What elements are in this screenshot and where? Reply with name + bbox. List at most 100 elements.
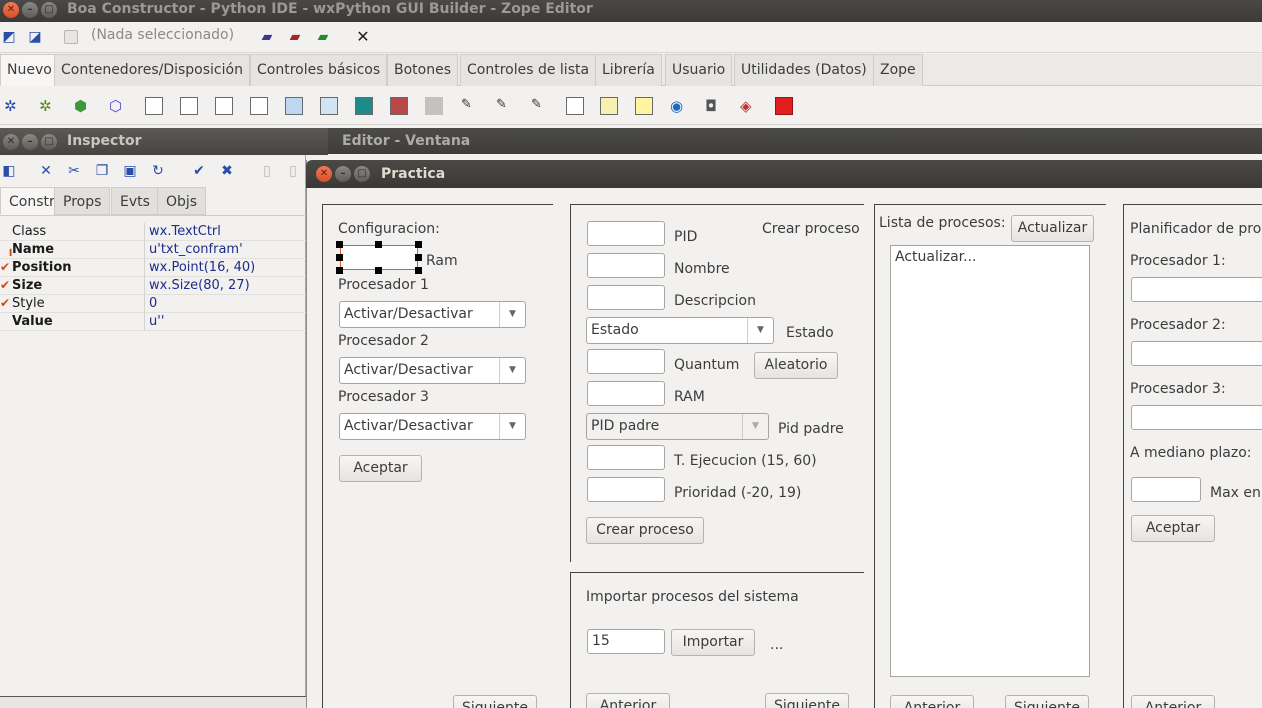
tab-controles-lista[interactable]: Controles de lista [460, 54, 597, 86]
package-icon[interactable]: ⬢ [74, 97, 92, 115]
next-button[interactable]: Siguiente [1005, 695, 1089, 708]
property-row[interactable]: ✔ Position wx.Point(16, 40) [0, 259, 306, 277]
maximize-icon[interactable]: □ [41, 134, 57, 150]
post-icon[interactable]: ✔ [190, 162, 208, 180]
tab-botones[interactable]: Botones [387, 54, 459, 86]
processor-1-select[interactable]: Activar/Desactivar ▼ [339, 301, 526, 328]
property-row[interactable]: Value u'' [0, 313, 306, 331]
property-row[interactable]: ╻ Name u'txt_confram' [0, 241, 306, 259]
minimize-icon[interactable]: – [22, 134, 38, 150]
blank-icon[interactable] [425, 97, 443, 115]
web-icon[interactable]: ◉ [670, 97, 688, 115]
note-icon[interactable] [600, 97, 618, 115]
maximize-icon[interactable]: □ [354, 166, 370, 182]
create-process-button[interactable]: Crear proceso [586, 517, 704, 544]
frame-icon[interactable] [145, 97, 163, 115]
tab-utilidades[interactable]: Utilidades (Datos) [734, 54, 874, 86]
setup-tool-icon[interactable]: ✎ [531, 97, 549, 115]
maximize-icon[interactable]: □ [41, 2, 57, 18]
refresh-icon[interactable]: ↻ [149, 162, 167, 180]
import-count-input[interactable]: 15 [587, 629, 665, 654]
property-row[interactable]: ✔ Size wx.Size(80, 27) [0, 277, 306, 295]
mdi-parent-icon[interactable] [215, 97, 233, 115]
doc-gear-icon[interactable]: ◘ [705, 97, 723, 115]
pid-input[interactable] [587, 221, 665, 246]
planner-p2-input[interactable] [1131, 341, 1262, 366]
mdi-child-icon[interactable] [250, 97, 268, 115]
tab-controles-basicos[interactable]: Controles básicos [250, 54, 388, 86]
tab-evts[interactable]: Evts [111, 187, 159, 215]
max-input[interactable] [1131, 477, 1201, 502]
prev-button[interactable]: Anterior [890, 695, 974, 708]
python-module-icon[interactable]: ✲ [39, 97, 57, 115]
planner-accept-button[interactable]: Aceptar [1131, 515, 1215, 542]
open-icon[interactable]: ◧ [0, 162, 18, 180]
description-input[interactable] [587, 285, 665, 310]
delete-icon[interactable]: ✕ [37, 162, 55, 180]
list-item[interactable]: Actualizar... [895, 249, 1085, 265]
processor-2-select[interactable]: Activar/Desactivar ▼ [339, 357, 526, 384]
book-green-icon[interactable]: ▰ [314, 28, 332, 46]
planner-p3-input[interactable] [1131, 405, 1262, 430]
ram-input[interactable] [587, 381, 665, 406]
property-row[interactable]: Class wx.TextCtrl [0, 223, 306, 241]
selection-checkbox[interactable] [64, 30, 78, 44]
quantum-input[interactable] [587, 349, 665, 374]
close-icon[interactable]: ✕ [3, 2, 19, 18]
cancel-icon[interactable]: ✖ [218, 162, 236, 180]
planner-p1-input[interactable] [1131, 277, 1262, 302]
red-block-icon[interactable] [775, 97, 793, 115]
tab-props[interactable]: Props [54, 187, 111, 215]
dialog-icon[interactable] [180, 97, 198, 115]
python-app-icon[interactable]: ✲ [4, 97, 22, 115]
parent-pid-select[interactable]: PID padre ▼ [586, 413, 769, 440]
pointer-tool-icon[interactable]: ◪ [26, 28, 44, 46]
colour-icon[interactable]: ◈ [740, 97, 758, 115]
close-icon[interactable]: ✕ [3, 134, 19, 150]
update-button[interactable]: Actualizar [1011, 215, 1094, 242]
property-value[interactable]: wx.Size(80, 27) [149, 277, 250, 294]
tab-usuario[interactable]: Usuario [665, 54, 733, 86]
config-icon[interactable] [635, 97, 653, 115]
property-value[interactable]: u'txt_confram' [149, 241, 243, 258]
property-value[interactable]: wx.TextCtrl [149, 223, 221, 240]
priority-input[interactable] [587, 477, 665, 502]
tab-nuevo[interactable]: Nuevo [0, 54, 59, 86]
next-button[interactable]: Siguiente [765, 693, 849, 708]
wizard-icon[interactable] [320, 97, 338, 115]
copy-icon[interactable]: ❐ [93, 162, 111, 180]
tab-zope[interactable]: Zope [873, 54, 923, 86]
draw-tool-icon[interactable]: ✎ [496, 97, 514, 115]
popup-window-icon[interactable] [285, 97, 303, 115]
process-listbox[interactable]: Actualizar... [890, 245, 1090, 677]
class-icon[interactable]: ⬡ [109, 97, 127, 115]
random-button[interactable]: Aleatorio [754, 352, 838, 379]
prev-button[interactable]: Anterior [586, 693, 670, 708]
property-value[interactable]: u'' [149, 313, 164, 330]
name-input[interactable] [587, 253, 665, 278]
book-blue-icon[interactable]: ▰ [258, 28, 276, 46]
document-icon[interactable] [566, 97, 584, 115]
close-icon[interactable]: ✕ [316, 166, 332, 182]
property-value[interactable]: 0 [149, 295, 157, 312]
tab-libreria[interactable]: Librería [595, 54, 662, 86]
panel-icon[interactable] [355, 97, 373, 115]
property-row[interactable]: ✔ Style 0 [0, 295, 306, 313]
text-tool-icon[interactable]: ✎ [461, 97, 479, 115]
next-button[interactable]: Siguiente [453, 695, 537, 708]
property-value[interactable]: wx.Point(16, 40) [149, 259, 255, 276]
minimize-icon[interactable]: – [22, 2, 38, 18]
processor-3-select[interactable]: Activar/Desactivar ▼ [339, 413, 526, 440]
image-icon[interactable] [390, 97, 408, 115]
paste-icon[interactable]: ▣ [121, 162, 139, 180]
accept-button[interactable]: Aceptar [339, 455, 422, 482]
inspector-tool-icon[interactable]: ◩ [0, 28, 18, 46]
tab-contenedores[interactable]: Contenedores/Disposición [54, 54, 250, 86]
tab-objs[interactable]: Objs [157, 187, 207, 215]
prev-button[interactable]: Anterior [1131, 695, 1215, 708]
book-red-icon[interactable]: ▰ [286, 28, 304, 46]
exec-time-input[interactable] [587, 445, 665, 470]
import-button[interactable]: Importar [671, 629, 755, 656]
cut-icon[interactable]: ✂ [65, 162, 83, 180]
minimize-icon[interactable]: – [335, 166, 351, 182]
